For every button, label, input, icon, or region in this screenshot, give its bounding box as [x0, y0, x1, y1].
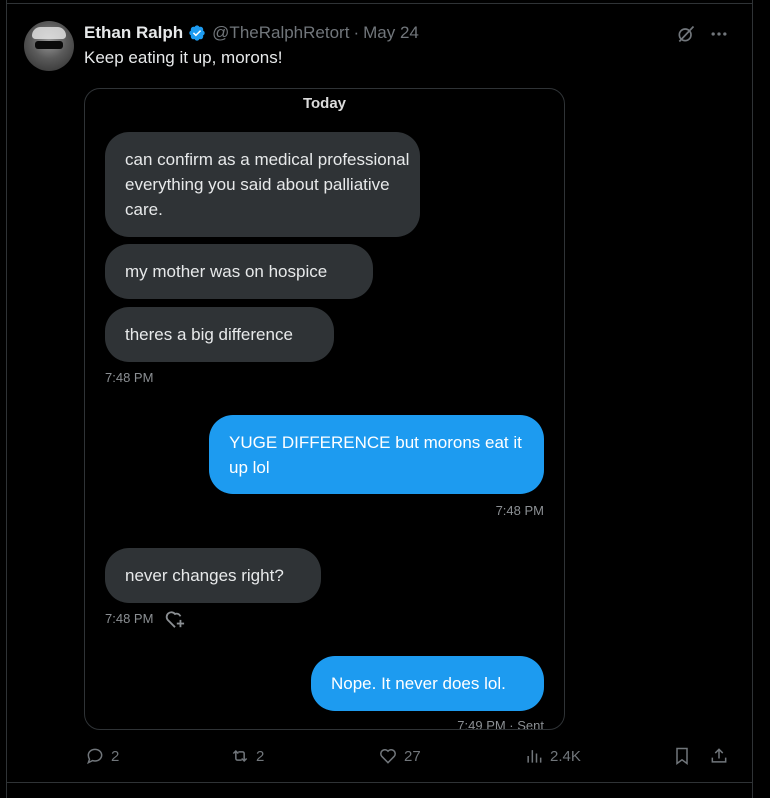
- chat-timestamp: 7:48 PM: [495, 503, 544, 518]
- chat-day-label: Today: [302, 95, 347, 112]
- views-icon: [527, 750, 542, 763]
- views-button[interactable]: 2.4K: [524, 745, 581, 767]
- verified-badge-icon[interactable]: [188, 24, 206, 42]
- chat-bubble-incoming: can confirm as a medical professional ev…: [105, 132, 420, 237]
- chat-message-text: Nope. It never does lol.: [331, 674, 506, 693]
- author-handle[interactable]: @TheRalphRetort: [212, 23, 349, 43]
- divider-bottom: [6, 782, 753, 783]
- like-button[interactable]: 27: [378, 745, 421, 767]
- column-border-left: [6, 0, 7, 798]
- avatar-glasses: [35, 41, 63, 49]
- author-name[interactable]: Ethan Ralph: [84, 23, 183, 43]
- chat-bubble-incoming: theres a big difference: [105, 307, 334, 362]
- repost-icon: [232, 749, 248, 763]
- separator-dot: ·: [353, 23, 360, 42]
- column-border-right: [752, 0, 753, 798]
- repost-count: 2: [256, 747, 265, 765]
- like-icon: [380, 748, 396, 764]
- chat-bubble-incoming: my mother was on hospice: [105, 244, 373, 299]
- tweet-action-bar: 2 2 27 2.4K: [0, 745, 770, 769]
- tweet-header: Ethan Ralph @TheRalphRetort · May 24: [84, 22, 419, 44]
- divider-top: [6, 3, 753, 4]
- chat-message-text: theres a big difference: [125, 325, 293, 344]
- chat-message-text: YUGE DIFFERENCE but morons eat it up lol: [229, 433, 522, 477]
- bookmark-button[interactable]: [672, 745, 692, 767]
- tweet-media-screenshot[interactable]: Today can confirm as a medical professio…: [84, 88, 565, 730]
- chat-message-text: never changes right?: [125, 566, 284, 585]
- add-reaction-icon[interactable]: [164, 609, 186, 629]
- repost-button[interactable]: 2: [230, 745, 264, 767]
- avatar-hair: [32, 27, 66, 39]
- chat-timestamp: 7:48 PM: [105, 370, 154, 385]
- tweet-date[interactable]: May 24: [363, 23, 419, 43]
- reply-count: 2: [111, 747, 120, 765]
- chat-bubble-outgoing: Nope. It never does lol.: [311, 656, 544, 711]
- share-button[interactable]: [709, 745, 729, 767]
- views-count: 2.4K: [550, 747, 581, 765]
- chat-timestamp: 7:49 PM · Sent: [457, 718, 544, 730]
- avatar[interactable]: [24, 21, 74, 71]
- chat-bubble-incoming: never changes right?: [105, 548, 321, 603]
- chat-bubble-outgoing: YUGE DIFFERENCE but morons eat it up lol: [209, 415, 544, 494]
- bookmark-icon: [676, 747, 688, 765]
- chat-message-text: can confirm as a medical professional ev…: [125, 150, 410, 219]
- reply-icon: [87, 748, 103, 765]
- chat-timestamp: 7:48 PM: [105, 611, 154, 626]
- more-icon[interactable]: [708, 24, 730, 44]
- chat-message-text: my mother was on hospice: [125, 262, 328, 281]
- tweet-text: Keep eating it up, morons!: [84, 48, 283, 67]
- reply-button[interactable]: 2: [85, 745, 119, 767]
- grok-icon[interactable]: [676, 24, 696, 44]
- like-count: 27: [404, 747, 421, 765]
- share-icon: [711, 748, 727, 763]
